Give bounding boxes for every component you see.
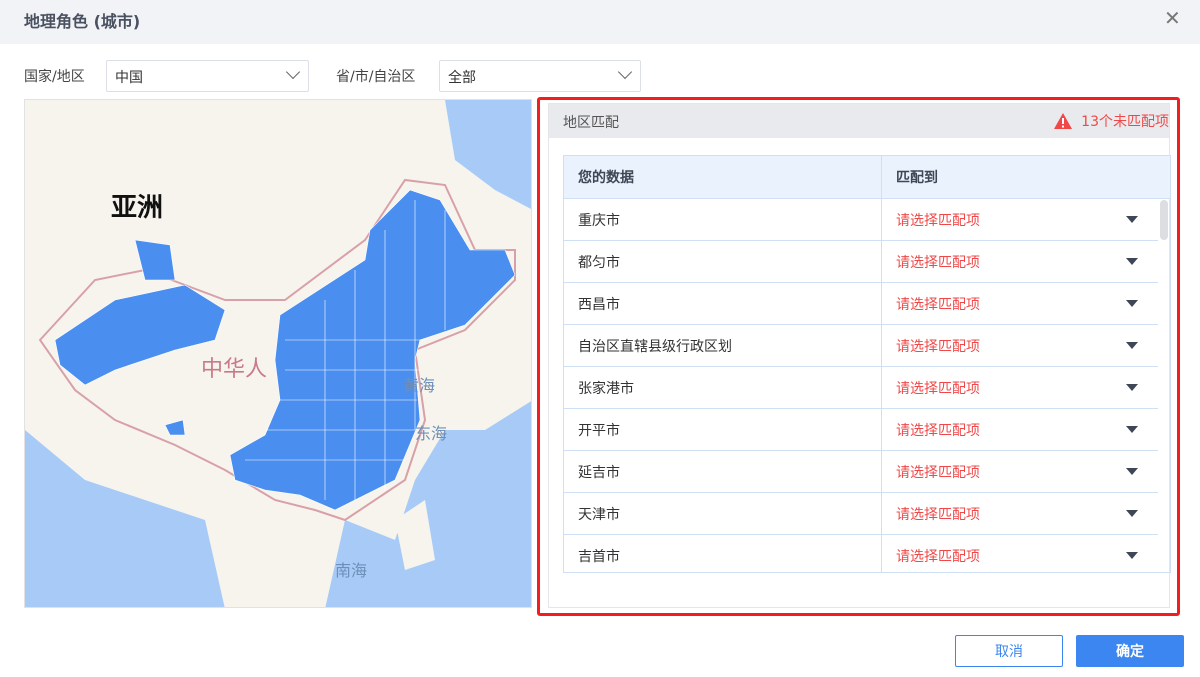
table-row: 西昌市 请选择匹配项 bbox=[564, 283, 1158, 325]
match-value: 请选择匹配项 bbox=[896, 296, 980, 313]
header-match-to: 匹配到 bbox=[896, 170, 938, 186]
caret-down-icon bbox=[1126, 258, 1138, 265]
caret-down-icon bbox=[1126, 510, 1138, 517]
match-value: 请选择匹配项 bbox=[896, 212, 980, 229]
close-icon[interactable]: ✕ bbox=[1164, 6, 1181, 30]
row-data: 都匀市 bbox=[564, 241, 882, 282]
chevron-down-icon bbox=[617, 64, 633, 80]
match-select[interactable]: 请选择匹配项 bbox=[882, 241, 1158, 282]
caret-down-icon bbox=[1126, 552, 1138, 559]
label-asia: 亚洲 bbox=[111, 193, 163, 223]
caret-down-icon bbox=[1126, 468, 1138, 475]
province-label: 省/市/自治区 bbox=[336, 69, 416, 85]
map-view[interactable]: 亚洲 中华人 黄海 东海 南海 bbox=[24, 99, 532, 608]
table-row: 开平市 请选择匹配项 bbox=[564, 409, 1158, 451]
province-value: 全部 bbox=[448, 70, 476, 86]
match-value: 请选择匹配项 bbox=[896, 338, 980, 355]
table-row: 延吉市 请选择匹配项 bbox=[564, 451, 1158, 493]
header-your-data: 您的数据 bbox=[564, 156, 882, 198]
match-select[interactable]: 请选择匹配项 bbox=[882, 535, 1158, 572]
label-south-sea: 南海 bbox=[335, 561, 367, 580]
row-data: 张家港市 bbox=[564, 367, 882, 408]
match-value: 请选择匹配项 bbox=[896, 548, 980, 565]
dialog-header: 地理角色 (城市) ✕ bbox=[0, 0, 1200, 44]
region-match-panel: 地区匹配 13个未匹配项 您的数据 匹配到 重庆市 请选择匹配项 都匀市 请选择匹配项… bbox=[548, 103, 1171, 608]
row-data: 延吉市 bbox=[564, 451, 882, 492]
row-data: 开平市 bbox=[564, 409, 882, 450]
warning-icon bbox=[1054, 113, 1073, 129]
match-select[interactable]: 请选择匹配项 bbox=[882, 493, 1158, 534]
match-value: 请选择匹配项 bbox=[896, 422, 980, 439]
caret-down-icon bbox=[1126, 342, 1138, 349]
match-select[interactable]: 请选择匹配项 bbox=[882, 451, 1158, 492]
country-label: 国家/地区 bbox=[24, 69, 85, 85]
match-select[interactable]: 请选择匹配项 bbox=[882, 325, 1158, 366]
match-select[interactable]: 请选择匹配项 bbox=[882, 283, 1158, 324]
warning-text: 13个未匹配项 bbox=[1081, 114, 1169, 130]
cancel-button[interactable]: 取消 bbox=[955, 635, 1063, 667]
caret-down-icon bbox=[1126, 300, 1138, 307]
label-yellow-sea: 黄海 bbox=[403, 376, 435, 395]
country-value: 中国 bbox=[115, 70, 143, 86]
row-data: 自治区直辖县级行政区划 bbox=[564, 325, 882, 366]
table-header: 您的数据 匹配到 bbox=[564, 156, 1170, 199]
label-east-sea: 东海 bbox=[415, 424, 447, 443]
table-row: 自治区直辖县级行政区划 请选择匹配项 bbox=[564, 325, 1158, 367]
chevron-down-icon bbox=[285, 64, 301, 80]
match-select[interactable]: 请选择匹配项 bbox=[882, 199, 1158, 240]
table-row: 重庆市 请选择匹配项 bbox=[564, 199, 1158, 241]
caret-down-icon bbox=[1126, 384, 1138, 391]
row-data: 天津市 bbox=[564, 493, 882, 534]
label-china: 中华人 bbox=[201, 357, 267, 382]
table-row: 吉首市 请选择匹配项 bbox=[564, 535, 1158, 572]
caret-down-icon bbox=[1126, 216, 1138, 223]
row-data: 吉首市 bbox=[564, 535, 882, 572]
table-row: 都匀市 请选择匹配项 bbox=[564, 241, 1158, 283]
table-row: 张家港市 请选择匹配项 bbox=[564, 367, 1158, 409]
map-svg: 亚洲 中华人 黄海 东海 南海 bbox=[25, 100, 531, 607]
panel-header: 地区匹配 13个未匹配项 bbox=[549, 104, 1169, 138]
country-select[interactable]: 中国 bbox=[106, 60, 309, 92]
match-select[interactable]: 请选择匹配项 bbox=[882, 409, 1158, 450]
match-value: 请选择匹配项 bbox=[896, 254, 980, 271]
caret-down-icon bbox=[1126, 426, 1138, 433]
row-data: 西昌市 bbox=[564, 283, 882, 324]
match-select[interactable]: 请选择匹配项 bbox=[882, 367, 1158, 408]
match-value: 请选择匹配项 bbox=[896, 506, 980, 523]
row-data: 重庆市 bbox=[564, 199, 882, 240]
table-row: 天津市 请选择匹配项 bbox=[564, 493, 1158, 535]
dialog-title: 地理角色 (城市) bbox=[24, 12, 141, 31]
panel-title: 地区匹配 bbox=[563, 115, 619, 131]
match-table: 您的数据 匹配到 重庆市 请选择匹配项 都匀市 请选择匹配项 西昌市 请选择匹配项 自治区直… bbox=[563, 155, 1171, 573]
scrollbar[interactable] bbox=[1160, 200, 1168, 240]
match-value: 请选择匹配项 bbox=[896, 380, 980, 397]
match-value: 请选择匹配项 bbox=[896, 464, 980, 481]
unmatched-warning: 13个未匹配项 bbox=[1053, 111, 1169, 131]
province-select[interactable]: 全部 bbox=[439, 60, 641, 92]
ok-button[interactable]: 确定 bbox=[1076, 635, 1184, 667]
